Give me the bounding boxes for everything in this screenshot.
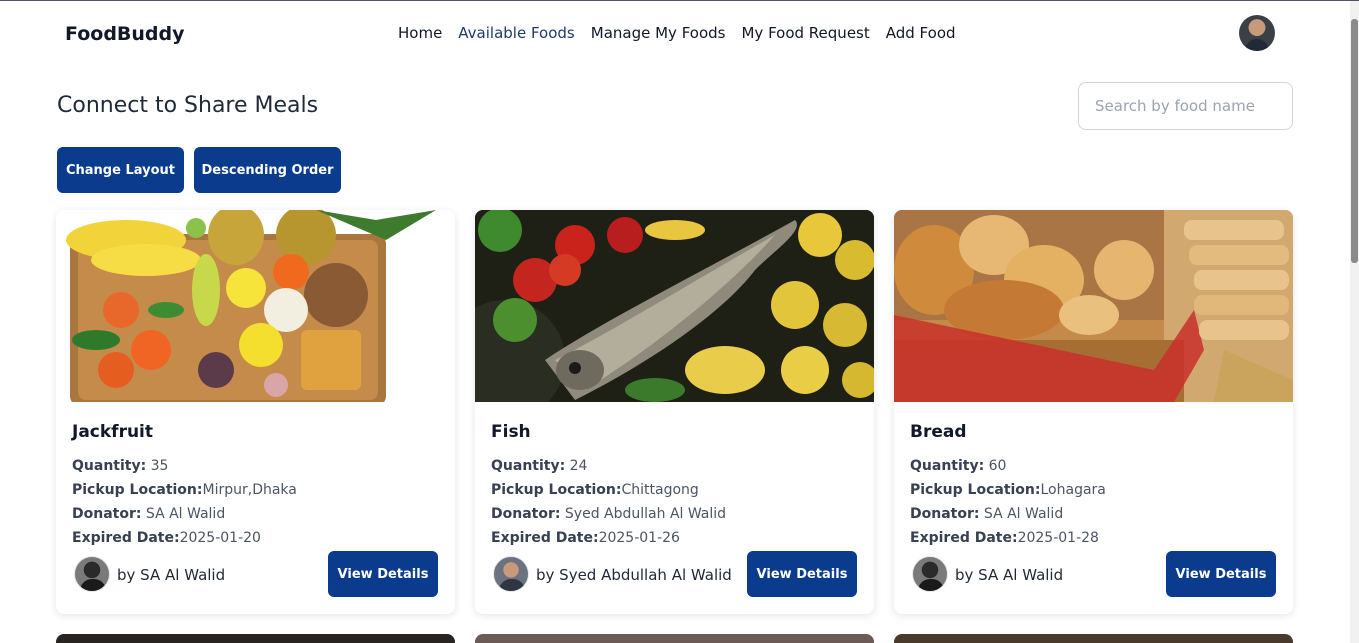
food-name: Fish [491,422,531,442]
donor-name: by SA Al Walid [117,566,226,584]
brand-logo[interactable]: FoodBuddy [65,23,185,45]
nav-link-add-food[interactable]: Add Food [886,24,956,42]
view-details-button[interactable]: View Details [747,551,857,597]
nav-link-home[interactable]: Home [398,24,442,42]
nav-link-available-foods[interactable]: Available Foods [458,24,574,42]
sort-order-button[interactable]: Descending Order [194,147,341,193]
food-quantity: Quantity: 24 [491,458,588,474]
food-image [475,210,874,402]
navbar: FoodBuddy Home Available Foods Manage My… [0,1,1350,67]
search-input[interactable] [1078,82,1293,130]
food-expired-date: Expired Date:2025-01-20 [72,530,261,546]
view-details-button[interactable]: View Details [1166,551,1276,597]
food-pickup-location: Pickup Location:Lohagara [910,482,1106,498]
donor-avatar [912,556,948,592]
scrollbar-thumb[interactable] [1351,19,1358,263]
food-card-peek [56,634,455,643]
food-card: Jackfruit Quantity: 35 Pickup Location:M… [56,210,455,614]
food-name: Jackfruit [72,422,154,442]
food-expired-date: Expired Date:2025-01-28 [910,530,1099,546]
food-image [56,210,455,402]
food-donator: Donator: Syed Abdullah Al Walid [491,506,727,522]
user-avatar[interactable] [1239,15,1275,51]
food-donator: Donator: SA Al Walid [72,506,226,522]
page-title: Connect to Share Meals [57,93,319,118]
change-layout-button[interactable]: Change Layout [57,147,184,193]
page-scrollbar[interactable] [1350,1,1359,643]
grilled-fish-image [475,210,874,402]
food-card: Fish Quantity: 24 Pickup Location:Chitta… [475,210,874,614]
food-quantity: Quantity: 60 [910,458,1007,474]
donor-avatar [493,556,529,592]
bread-basket-image [894,210,1293,402]
food-image [894,210,1293,402]
food-name: Bread [910,422,967,442]
food-card: Bread Quantity: 60 Pickup Location:Lohag… [894,210,1293,614]
view-details-button[interactable]: View Details [328,551,438,597]
fruit-basket-image [66,210,436,402]
nav-link-my-food-request[interactable]: My Food Request [741,24,869,42]
food-card-peek [894,634,1293,643]
donor-name: by Syed Abdullah Al Walid [536,566,732,584]
donor-name: by SA Al Walid [955,566,1064,584]
nav-link-manage-my-foods[interactable]: Manage My Foods [591,24,726,42]
food-pickup-location: Pickup Location:Chittagong [491,482,699,498]
nav-links: Home Available Foods Manage My Foods My … [398,24,956,42]
donor-avatar [74,556,110,592]
food-pickup-location: Pickup Location:Mirpur,Dhaka [72,482,297,498]
food-card-peek [475,634,874,643]
food-quantity: Quantity: 35 [72,458,169,474]
food-expired-date: Expired Date:2025-01-26 [491,530,680,546]
food-donator: Donator: SA Al Walid [910,506,1064,522]
